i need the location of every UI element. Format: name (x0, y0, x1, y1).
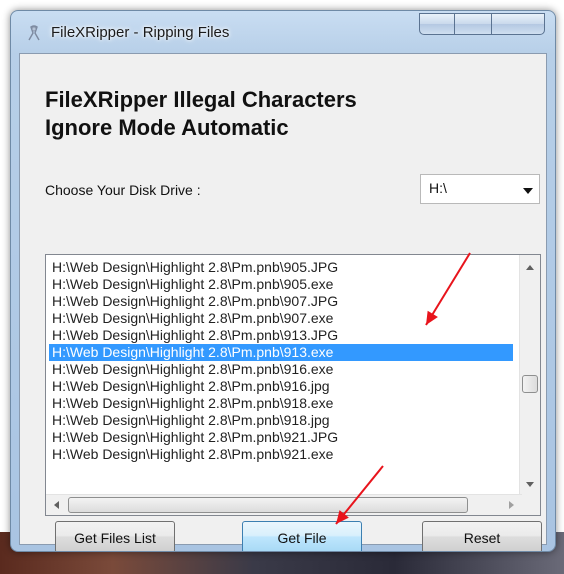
app-logo-icon (28, 25, 40, 41)
get-files-list-button[interactable]: Get Files List (55, 521, 175, 551)
vertical-scrollbar[interactable] (519, 255, 540, 497)
scroll-corner (520, 495, 540, 515)
list-item[interactable]: H:\Web Design\Highlight 2.8\Pm.pnb\905.e… (49, 276, 513, 293)
caption-buttons (419, 13, 545, 35)
window-title: FileXRipper - Ripping Files (51, 24, 230, 41)
heading-line-2: Ignore Mode Automatic (45, 115, 289, 140)
dropdown-arrow-icon[interactable] (523, 188, 533, 194)
page-title: FileXRipper Illegal Characters Ignore Mo… (45, 86, 485, 142)
title-bar[interactable]: FileXRipper - Ripping Files (11, 11, 555, 53)
client-area: FileXRipper Illegal Characters Ignore Mo… (19, 53, 547, 551)
list-item[interactable]: H:\Web Design\Highlight 2.8\Pm.pnb\905.J… (49, 259, 513, 276)
drive-value: H:\ (429, 180, 447, 196)
file-list-rows: H:\Web Design\Highlight 2.8\Pm.pnb\905.J… (49, 259, 513, 463)
horizontal-scroll-thumb[interactable] (68, 497, 468, 513)
close-button[interactable] (492, 13, 545, 35)
file-listbox[interactable]: H:\Web Design\Highlight 2.8\Pm.pnb\905.J… (45, 254, 541, 516)
scroll-left-arrow-icon[interactable] (54, 501, 59, 509)
list-item-selected[interactable]: H:\Web Design\Highlight 2.8\Pm.pnb\913.e… (49, 344, 513, 361)
drive-label: Choose Your Disk Drive : (45, 182, 201, 198)
scroll-right-arrow-icon[interactable] (509, 501, 514, 509)
drive-dropdown[interactable]: H:\ (420, 174, 540, 204)
list-item[interactable]: H:\Web Design\Highlight 2.8\Pm.pnb\907.J… (49, 293, 513, 310)
list-item[interactable]: H:\Web Design\Highlight 2.8\Pm.pnb\918.j… (49, 412, 513, 429)
scroll-up-arrow-icon[interactable] (526, 265, 534, 270)
scroll-down-arrow-icon[interactable] (526, 482, 534, 487)
list-item[interactable]: H:\Web Design\Highlight 2.8\Pm.pnb\918.e… (49, 395, 513, 412)
vertical-scroll-thumb[interactable] (522, 375, 538, 393)
list-item[interactable]: H:\Web Design\Highlight 2.8\Pm.pnb\916.e… (49, 361, 513, 378)
reset-button[interactable]: Reset (422, 521, 542, 551)
maximize-button[interactable] (455, 13, 492, 35)
minimize-button[interactable] (419, 13, 455, 35)
get-file-button[interactable]: Get File (242, 521, 362, 551)
heading-line-1: FileXRipper Illegal Characters (45, 87, 357, 112)
app-window: FileXRipper - Ripping Files FileXRipper … (10, 10, 556, 552)
list-item[interactable]: H:\Web Design\Highlight 2.8\Pm.pnb\916.j… (49, 378, 513, 395)
list-item[interactable]: H:\Web Design\Highlight 2.8\Pm.pnb\921.J… (49, 429, 513, 446)
list-item[interactable]: H:\Web Design\Highlight 2.8\Pm.pnb\921.e… (49, 446, 513, 463)
list-item[interactable]: H:\Web Design\Highlight 2.8\Pm.pnb\907.e… (49, 310, 513, 327)
horizontal-scrollbar[interactable] (46, 494, 522, 515)
list-item[interactable]: H:\Web Design\Highlight 2.8\Pm.pnb\913.J… (49, 327, 513, 344)
